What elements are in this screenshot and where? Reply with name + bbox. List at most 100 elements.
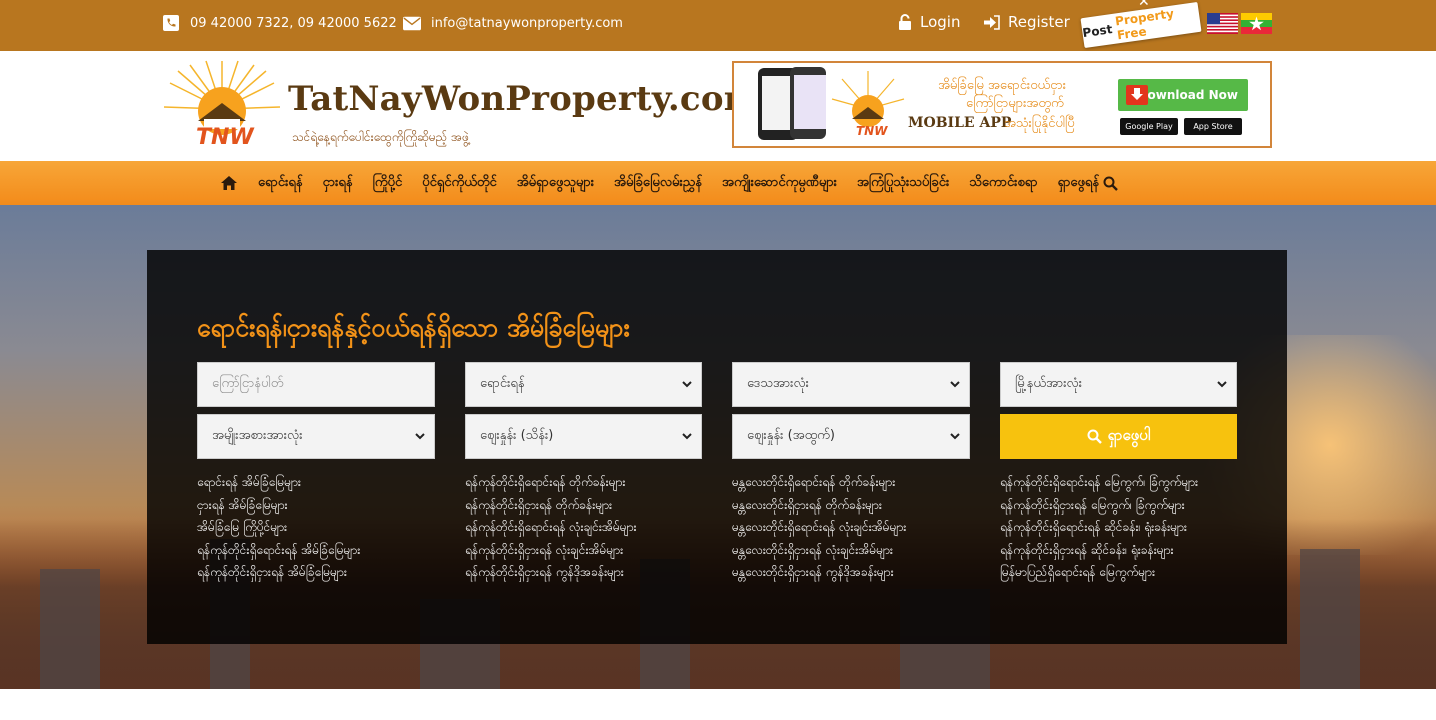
min-price-select[interactable]: စျေးနှုန်း (သိန်း) — [465, 414, 702, 459]
search-title: ရောင်းရန်၊ငှားရန်နှင့်ဝယ်ရန်ရှိသော အိမ်ခ… — [197, 313, 630, 342]
myanmar-flag-icon[interactable] — [1241, 13, 1272, 34]
search-icon — [1087, 429, 1102, 444]
quick-links-column-1: ရောင်းရန် အိမ်ခြံမြေများ ငှားရန် အိမ်ခြံ… — [197, 471, 360, 584]
property-search-panel: ရောင်းရန်၊ငှားရန်နှင့်ဝယ်ရန်ရှိသော အိမ်ခ… — [147, 250, 1287, 644]
region-value: ဒေသအားလုံး — [747, 376, 809, 391]
banner-line-3: အသုံးပြုနိုင်ပါပြီ — [1004, 116, 1075, 131]
nav-item-agents[interactable]: အကျိုးဆောင်ကုမ္ပဏီများ — [722, 174, 837, 193]
nav-search-label: ရှာဖွေရန် — [1057, 174, 1100, 190]
quick-link[interactable]: ရန်ကုန်တိုင်းရှိငှားရန် ဆိုင်ခန်း၊ ရုံးခ… — [1000, 539, 1198, 562]
chevron-down-icon — [950, 433, 960, 440]
login-label: Login — [920, 13, 961, 31]
quick-link[interactable]: ရန်ကုန်တိုင်းရှိရောင်းရန် အိမ်ခြံမြေများ — [197, 539, 360, 562]
nav-item-owner[interactable]: ပိုင်ရှင်ကိုယ်တိုင် — [422, 174, 497, 193]
search-button-label: ရှာဖွေပါ — [1107, 425, 1151, 444]
banner-mobile-app: MOBILE APP — [908, 115, 1012, 131]
nav-item-review[interactable]: အကြံပြုသုံးသပ်ခြင်း — [857, 174, 949, 193]
chevron-down-icon — [682, 433, 692, 440]
app-store-badge[interactable]: App Store — [1184, 118, 1242, 135]
quick-link[interactable]: ရန်ကုန်တိုင်းရှိငှားရန် ကွန်ဒိုအခန်းများ — [465, 561, 637, 584]
quick-link[interactable]: ရောင်းရန် အိမ်ခြံမြေများ — [197, 471, 360, 494]
home-icon — [221, 176, 237, 190]
property-category-value: အမျိုးအစားအားလုံး — [212, 428, 303, 443]
post-property-free-button[interactable]: Post Property Free — [1080, 1, 1202, 49]
logo-tagline: သင်ရဲ့နေ့ရက်ပေါင်းထွေကိုကြိုဆိုမည့် အဖွဲ… — [292, 130, 470, 144]
phone-number: 09 42000 7322, 09 42000 5622 — [190, 15, 397, 31]
quick-link[interactable]: ရန်ကုန်တိုင်းရှိရောင်းရန် တိုက်ခန်းများ — [465, 471, 637, 494]
quick-link[interactable]: ရန်ကုန်တိုင်းရှိငှားရန် လုံးချင်းအိမ်မျာ… — [465, 539, 637, 562]
banner-logo-icon: TNW — [831, 71, 905, 138]
keyword-input[interactable]: ကြော်ငြာနံပါတ် — [197, 362, 435, 407]
site-logo[interactable]: TNW TatNayWonProperty.com သင်ရဲ့နေ့ရက်ပေ… — [160, 59, 760, 153]
quick-links-column-3: မန္တလေးတိုင်းရှိရောင်းရန် တိုက်ခန်းများ … — [732, 471, 906, 584]
nav-item-tips[interactable]: သိကောင်းစရာ — [969, 174, 1037, 193]
nav-item-sale[interactable]: ရောင်းရန် — [258, 174, 303, 193]
banner-line-2: ကြော်ငြာများအတွက် — [966, 96, 1064, 111]
quick-link[interactable]: အိမ်ခြံမြေ ကြိုပို့င်များ — [197, 516, 360, 539]
sign-in-icon — [983, 14, 1000, 30]
main-nav: ရောင်းရန် ငှားရန် ကြိုပို့င် ပိုင်ရှင်ကိ… — [0, 161, 1436, 205]
envelope-icon — [403, 14, 421, 32]
quick-link[interactable]: ရန်ကုန်တိုင်းရှိရောင်းရန် မြေကွက်၊ ခြံကွ… — [1000, 471, 1198, 494]
chevron-down-icon — [682, 381, 692, 388]
quick-link[interactable]: ရန်ကုန်တိုင်းရှိရောင်းရန် ဆိုင်ခန်း၊ ရုံ… — [1000, 516, 1198, 539]
listing-type-select[interactable]: ရောင်းရန် — [465, 362, 702, 407]
quick-link[interactable]: မန္တလေးတိုင်းရှိရောင်းရန် လုံးချင်းအိမ်မ… — [732, 516, 906, 539]
chevron-down-icon — [950, 381, 960, 388]
chevron-down-icon — [1217, 381, 1227, 388]
download-icon — [1126, 85, 1148, 105]
search-icon — [1103, 176, 1118, 191]
nav-item-prepaid[interactable]: ကြိုပို့င် — [373, 174, 403, 193]
quick-links-column-4: ရန်ကုန်တိုင်းရှိရောင်းရန် မြေကွက်၊ ခြံကွ… — [1000, 471, 1198, 584]
logo-monogram: TNW — [196, 125, 254, 150]
region-select[interactable]: ဒေသအားလုံး — [732, 362, 970, 407]
nav-item-seekers[interactable]: အိမ်ရှာဖွေသူများ — [517, 174, 594, 193]
hero-section: ရောင်းရန်၊ငှားရန်နှင့်ဝယ်ရန်ရှိသော အိမ်ခ… — [0, 205, 1436, 689]
english-flag-icon[interactable] — [1207, 13, 1238, 34]
max-price-value: စျေးနှုန်း (အထွက်) — [747, 428, 835, 443]
quick-links-column-2: ရန်ကုန်တိုင်းရှိရောင်းရန် တိုက်ခန်းများ … — [465, 471, 637, 584]
quick-link[interactable]: ရန်ကုန်တိုင်းရှိငှားရန် မြေကွက်၊ ခြံကွက်… — [1000, 494, 1198, 517]
banner-line-1: အိမ်ခြံမြေ အရောင်းဝယ်ငှား — [938, 78, 1067, 93]
property-free-label: Property Free — [1114, 6, 1175, 43]
post-label: Post — [1081, 22, 1114, 41]
township-value: မြို့နယ်အားလုံး — [1015, 376, 1083, 391]
quick-link[interactable]: မန္တလေးတိုင်းရှိငှားရန် တိုက်ခန်းများ — [732, 494, 906, 517]
property-category-select[interactable]: အမျိုးအစားအားလုံး — [197, 414, 435, 459]
download-now-button[interactable]: Download Now — [1118, 79, 1248, 111]
lock-icon — [898, 14, 912, 30]
top-bar: 09 42000 7322, 09 42000 5622 info@tatnay… — [0, 0, 1436, 51]
nav-item-search[interactable]: ရှာဖွေရန် — [1058, 174, 1119, 193]
register-link[interactable]: Register — [983, 13, 1070, 31]
quick-link[interactable]: ငှားရန် အိမ်ခြံမြေများ — [197, 494, 360, 517]
svg-text:TNW: TNW — [856, 124, 888, 138]
quick-link[interactable]: မန္တလေးတိုင်းရှိငှားရန် လုံးချင်းအိမ်မျာ… — [732, 539, 906, 562]
mobile-app-banner[interactable]: TNW အိမ်ခြံမြေ အရောင်းဝယ်ငှား ကြော်ငြာမျ… — [732, 61, 1272, 148]
logo-brand-name: TatNayWonProperty.com — [288, 79, 760, 119]
quick-link[interactable]: ရန်ကုန်တိုင်းရှိငှားရန် အိမ်ခြံမြေများ — [197, 561, 360, 584]
quick-link[interactable]: မန္တလေးတိုင်းရှိငှားရန် ကွန်ဒိုအခန်းများ — [732, 561, 906, 584]
contact-email[interactable]: info@tatnaywonproperty.com — [403, 14, 623, 32]
listing-type-value: ရောင်းရန် — [480, 376, 525, 391]
login-link[interactable]: Login — [898, 13, 960, 31]
quick-link[interactable]: မြန်မာပြည်ရှိရောင်းရန် မြေကွက်များ — [1000, 561, 1198, 584]
nav-item-rent[interactable]: ငှားရန် — [323, 174, 353, 193]
google-play-badge[interactable]: Google Play — [1120, 118, 1178, 135]
quick-link[interactable]: ရန်ကုန်တိုင်းရှိငှားရန် တိုက်ခန်းများ — [465, 494, 637, 517]
contact-phone[interactable]: 09 42000 7322, 09 42000 5622 — [162, 14, 397, 32]
phone-mockup-image — [790, 67, 826, 139]
nav-home[interactable] — [220, 175, 238, 191]
min-price-value: စျေးနှုန်း (သိန်း) — [480, 428, 554, 443]
quick-link[interactable]: မန္တလေးတိုင်းရှိရောင်းရန် တိုက်ခန်းများ — [732, 471, 906, 494]
max-price-select[interactable]: စျေးနှုန်း (အထွက်) — [732, 414, 970, 459]
download-label: Download Now — [1137, 88, 1238, 102]
nav-item-guide[interactable]: အိမ်ခြံမြေလမ်းညွှန် — [614, 174, 702, 193]
email-address: info@tatnaywonproperty.com — [431, 15, 623, 31]
quick-link[interactable]: ရန်ကုန်တိုင်းရှိရောင်းရန် လုံးချင်းအိမ်မ… — [465, 516, 637, 539]
phone-icon — [162, 14, 180, 32]
register-label: Register — [1008, 13, 1070, 31]
search-button[interactable]: ရှာဖွေပါ — [1000, 414, 1237, 459]
township-select[interactable]: မြို့နယ်အားလုံး — [1000, 362, 1237, 407]
site-header: TNW TatNayWonProperty.com သင်ရဲ့နေ့ရက်ပေ… — [0, 51, 1436, 161]
chevron-down-icon — [415, 433, 425, 440]
